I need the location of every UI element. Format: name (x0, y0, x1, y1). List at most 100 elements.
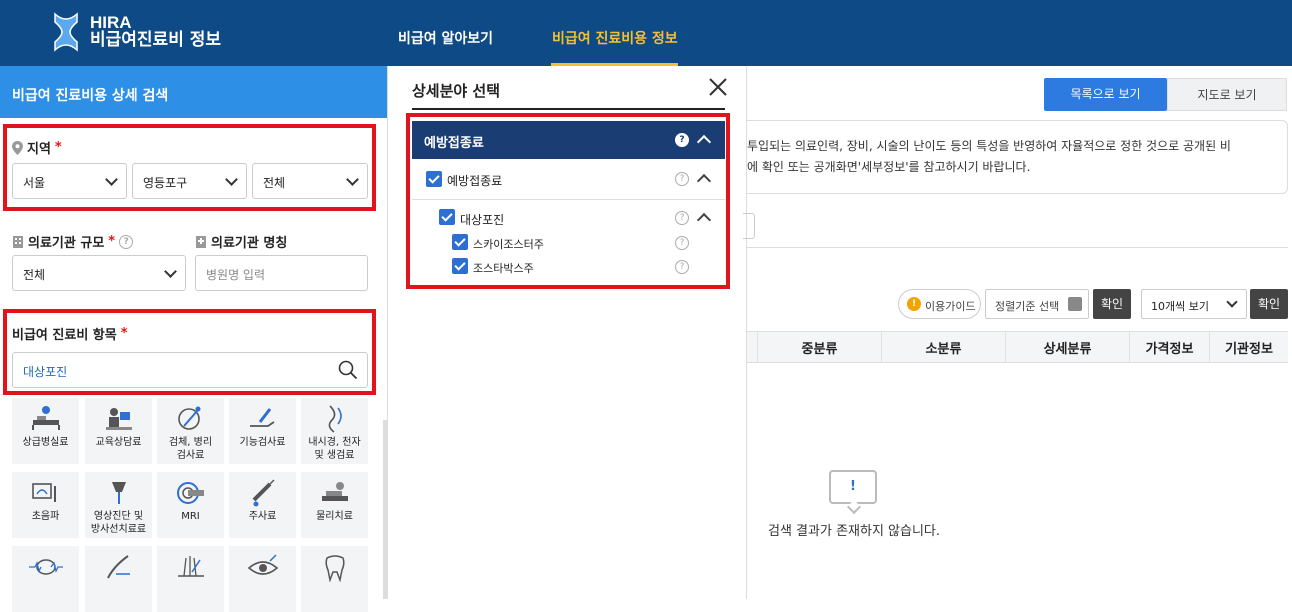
sort-select[interactable]: 정렬기준 선택 (985, 289, 1089, 319)
page-size-select[interactable]: 10개씩 보기 (1141, 289, 1247, 319)
nav-cost-info[interactable]: 비급여 진료비용 정보 (552, 28, 678, 48)
logo-line2: 비급여진료비 정보 (90, 30, 222, 50)
page-size-confirm-button[interactable]: 확인 (1250, 289, 1288, 319)
divider (747, 247, 1288, 248)
hair-icon (177, 556, 204, 577)
col-sub-category: 소분류 (881, 332, 1005, 362)
empty-result-message: 검색 결과가 존재하지 않습니다. (768, 524, 941, 539)
tile-brain[interactable] (12, 546, 79, 612)
tile-label: 영상진단 및 방사선치료료 (90, 511, 147, 535)
level1-label[interactable]: 예방접종료 (447, 172, 502, 189)
district-select[interactable]: 영등포구 (132, 163, 247, 199)
tile-label: 상급병실료 (22, 437, 69, 448)
checkbox-level3-1[interactable] (452, 234, 468, 250)
chevron-down-icon (346, 173, 359, 186)
checkbox-level2[interactable] (439, 209, 455, 225)
hospital-name-input[interactable]: 병원명 입력 (195, 255, 368, 291)
sort-confirm-button[interactable]: 확인 (1093, 289, 1131, 319)
tile-injection[interactable]: 주사료 (229, 472, 296, 538)
checkbox-level3-2[interactable] (452, 258, 468, 274)
hospital-icon (196, 236, 206, 248)
notice-line2: 에 확인 또는 공개화면'세부정보'를 참고하시기 바랍니다. (747, 160, 1031, 174)
name-label-text: 의료기관 명칭 (211, 236, 288, 251)
tile-label: 교육상담료 (95, 437, 142, 448)
chevron-down-icon (164, 265, 177, 278)
hidden-input-fragment[interactable] (743, 213, 755, 239)
empty-result-icon: ! (829, 470, 877, 504)
tile-dental[interactable] (301, 546, 368, 612)
brain-wave-icon (28, 559, 63, 575)
required-mark: * (120, 326, 128, 341)
tile-hair[interactable] (157, 546, 224, 612)
town-select[interactable]: 전체 (252, 163, 368, 199)
microscope-icon (177, 406, 200, 430)
ultrasound-icon (31, 483, 56, 502)
panel-title: 상세분야 선택 (412, 82, 501, 100)
table-header-gap (747, 332, 757, 362)
scale-select[interactable]: 전체 (12, 255, 186, 291)
item-search-input[interactable]: 대상포진 (12, 352, 368, 388)
tile-label: 기능검사료 (239, 437, 286, 448)
surgery-icon (106, 555, 130, 579)
level2-label[interactable]: 대상포진 (460, 211, 504, 228)
tile-radiology[interactable]: 영상진단 및 방사선치료료 (85, 472, 152, 538)
sidebar-scrollbar[interactable] (383, 420, 387, 599)
list-view-button[interactable]: 목록으로 보기 (1044, 78, 1167, 111)
help-icon[interactable]: ? (675, 260, 689, 274)
district-select-value: 영등포구 (143, 176, 188, 190)
location-pin-icon (12, 140, 23, 155)
building-icon (13, 236, 23, 248)
logo[interactable]: HIRA 비급여진료비 정보 (52, 12, 221, 52)
checkbox-level1[interactable] (426, 171, 442, 187)
close-icon[interactable] (707, 76, 729, 98)
col-detail-category: 상세분류 (1005, 332, 1129, 362)
help-icon[interactable]: ? (675, 133, 689, 147)
sidebar-title: 비급여 진료비용 상세 검색 (0, 66, 387, 118)
tile-label: 주사료 (248, 511, 277, 522)
chevron-down-icon (225, 173, 238, 186)
notice-box: 투입되는 의료인력, 장비, 시술의 난이도 등의 특성을 반영하여 자율적으로… (747, 120, 1288, 194)
tile-eye[interactable] (229, 546, 296, 612)
help-icon[interactable]: ? (675, 172, 689, 186)
tile-label: 검체, 병리 검사료 (168, 437, 213, 461)
town-select-value: 전체 (263, 176, 286, 190)
hand-test-icon (249, 408, 274, 427)
item-search-value: 대상포진 (23, 365, 68, 379)
help-icon[interactable]: ? (675, 236, 689, 250)
col-mid-category: 중분류 (757, 332, 881, 362)
tile-counsel[interactable]: 교육상담료 (85, 398, 152, 464)
tile-function[interactable]: 기능검사료 (229, 398, 296, 464)
tile-physio[interactable]: 물리치료 (301, 472, 368, 538)
category-title: 예방접종료 (424, 136, 484, 151)
region-label: 지역 * (12, 138, 62, 157)
info-icon: ! (907, 297, 921, 311)
level3-label[interactable]: 조스타박스주 (473, 260, 534, 276)
search-icon[interactable] (338, 360, 358, 380)
help-icon[interactable]: ? (119, 234, 134, 249)
city-select[interactable]: 서울 (12, 163, 127, 199)
help-icon[interactable]: ? (675, 211, 689, 225)
endoscope-icon (328, 405, 342, 433)
chevron-down-icon (105, 173, 118, 186)
tile-surgery[interactable] (85, 546, 152, 612)
syringe-icon (252, 479, 275, 507)
nav-about-noncovered[interactable]: 비급여 알아보기 (398, 28, 493, 48)
guide-button[interactable]: ! 이용가이드 (898, 289, 981, 319)
chevron-down-icon (1226, 296, 1238, 308)
tile-room[interactable]: 상급병실료 (12, 398, 79, 464)
scale-label-text: 의료기관 규모 (28, 236, 105, 251)
map-view-button[interactable]: 지도로 보기 (1167, 78, 1287, 111)
region-label-text: 지역 (27, 142, 51, 157)
list-icon (1068, 297, 1082, 311)
tile-endoscope[interactable]: 내시경, 천자 및 생검료 (301, 398, 368, 464)
results-table-header: 중분류 소분류 상세분류 가격정보 기관정보 (747, 331, 1288, 363)
required-mark: * (108, 234, 116, 249)
tile-specimen[interactable]: 검체, 병리 검사료 (157, 398, 224, 464)
level3-label[interactable]: 스카이조스터주 (473, 236, 544, 252)
tile-ultrasound[interactable]: 초음파 (12, 472, 79, 538)
panel-divider (412, 108, 725, 110)
notice-line1: 투입되는 의료인력, 장비, 시술의 난이도 등의 특성을 반영하여 자율적으로… (747, 139, 1231, 153)
tile-mri[interactable]: MRI (157, 472, 224, 538)
col-price-info: 가격정보 (1129, 332, 1209, 362)
mri-icon (176, 482, 204, 504)
